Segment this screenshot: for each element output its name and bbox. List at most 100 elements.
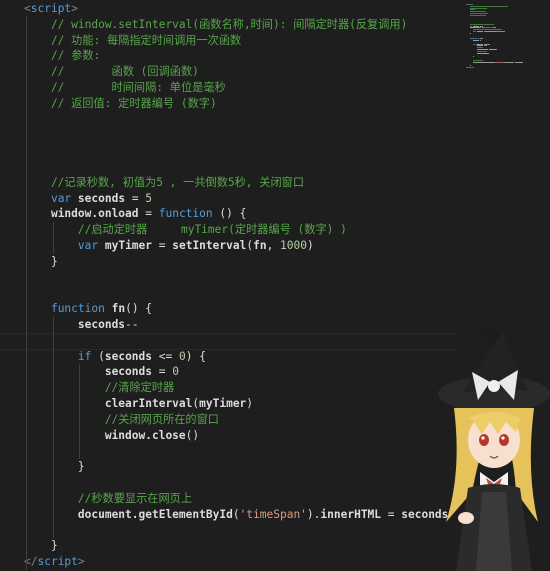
minimap-stroke (476, 52, 488, 54)
code-token: ( (232, 507, 240, 521)
code-token: ) (246, 396, 254, 410)
code-token: seconds (104, 365, 152, 379)
minimap-stroke (485, 45, 487, 47)
code-line[interactable]: //秒数要显示在网页上 (0, 491, 456, 507)
code-token: if (77, 349, 92, 363)
code-line[interactable] (0, 443, 456, 459)
code-line[interactable]: window.close() (0, 428, 456, 444)
code-token: 5 (145, 191, 153, 205)
code-token: function (50, 302, 105, 316)
code-line[interactable]: } (0, 254, 456, 270)
code-line[interactable]: <script> (0, 1, 456, 17)
code-line[interactable] (0, 285, 456, 301)
minimap-stroke (487, 43, 491, 45)
code-token: , (266, 238, 281, 252)
minimap-stroke (494, 61, 504, 63)
indent-guide (79, 364, 80, 460)
code-line[interactable]: </script> (0, 554, 456, 570)
code-token: = (125, 191, 146, 205)
code-token: innerHTML (320, 507, 382, 521)
code-token: fn (111, 302, 126, 316)
code-token: > (77, 554, 85, 568)
code-line[interactable]: // window.setInterval(函数名称,时间): 间隔定时器(反复… (0, 17, 456, 33)
code-line[interactable]: if (seconds <= 0) { (0, 349, 456, 365)
code-token: setInterval (172, 238, 247, 252)
code-line[interactable]: // 函数 (回调函数) (0, 64, 456, 80)
code-token: = (381, 507, 402, 521)
code-line[interactable]: var myTimer = setInterval(fn, 1000) (0, 238, 456, 254)
code-line[interactable] (0, 143, 456, 159)
code-line[interactable] (0, 127, 456, 143)
code-token: // window.setInterval(函数名称,时间): 间隔定时器(反复… (24, 17, 408, 31)
indent-guide (26, 16, 27, 570)
code-line[interactable]: window.onload = function () { (0, 206, 456, 222)
code-line[interactable]: //记录秒数, 初值为5 , 一共倒数5秒, 关闭窗口 (0, 175, 456, 191)
indent-guide (53, 222, 54, 254)
code-line[interactable]: //启动定时器 myTimer(定时器编号 (数字) ) (0, 222, 456, 238)
code-line[interactable] (0, 159, 456, 175)
code-token: window.close (104, 428, 186, 442)
code-line[interactable]: } (0, 538, 456, 554)
code-line[interactable]: seconds = 0 (0, 364, 456, 380)
code-token: function (158, 207, 213, 221)
code-token: fn (253, 238, 267, 252)
code-token: ( (91, 349, 105, 363)
code-line[interactable]: // 功能: 每隔指定时间调用一次函数 (0, 33, 456, 49)
code-token: = (151, 365, 173, 379)
code-line[interactable]: // 时间间隔: 单位是毫秒 (0, 80, 456, 96)
code-token: // 返回值: 定时器编号 (数字) (24, 96, 217, 110)
minimap-stroke (476, 31, 484, 32)
code-line[interactable]: //清除定时器 (0, 380, 456, 396)
code-token: seconds (77, 191, 126, 205)
code-area[interactable]: <script> // window.setInterval(函数名称,时间):… (0, 0, 456, 570)
code-token: () { (212, 207, 247, 221)
code-line[interactable]: document.getElementById('timeSpan').inne… (0, 507, 456, 523)
code-line[interactable]: function fn() { (0, 301, 456, 317)
code-token: myTimer (104, 238, 153, 252)
code-line[interactable] (0, 333, 456, 349)
code-token: } (24, 254, 58, 268)
minimap-stroke (479, 40, 482, 41)
code-token: // 时间间隔: 单位是毫秒 (24, 80, 226, 94)
minimap-stroke (473, 43, 475, 45)
code-line[interactable] (0, 522, 456, 538)
code-line[interactable]: } (0, 459, 456, 475)
minimap-stroke (473, 61, 494, 63)
minimap-stroke (505, 61, 514, 63)
code-token: ) (307, 238, 314, 252)
code-token: seconds (77, 317, 126, 331)
code-line[interactable]: // 参数: (0, 48, 456, 64)
code-token: = (138, 207, 159, 221)
code-line[interactable]: // 返回值: 定时器编号 (数字) (0, 96, 456, 112)
code-token: //记录秒数, 初值为5 , 一共倒数5秒, 关闭窗口 (24, 175, 305, 189)
minimap-stroke (482, 38, 484, 40)
code-editor[interactable]: <script> // window.setInterval(函数名称,时间):… (0, 0, 550, 571)
code-line[interactable]: var seconds = 5 (0, 191, 456, 207)
code-line[interactable] (0, 475, 456, 491)
minimap-stroke (487, 52, 490, 54)
code-token: window.onload (50, 207, 139, 221)
minimap-stroke (485, 31, 496, 32)
code-token: myTimer (199, 396, 247, 410)
code-token: <= (152, 349, 179, 363)
indent-guide (53, 317, 54, 539)
code-line[interactable] (0, 270, 456, 286)
code-token: > (71, 2, 78, 15)
code-line[interactable]: seconds-- (0, 317, 456, 333)
minimap-stroke (495, 49, 497, 50)
code-line[interactable] (0, 112, 456, 128)
code-token: 0 (172, 365, 179, 379)
code-line[interactable]: //关闭网页所在的窗口 (0, 412, 456, 428)
code-token: script (30, 2, 72, 15)
code-line[interactable]: clearInterval(myTimer) (0, 396, 456, 412)
